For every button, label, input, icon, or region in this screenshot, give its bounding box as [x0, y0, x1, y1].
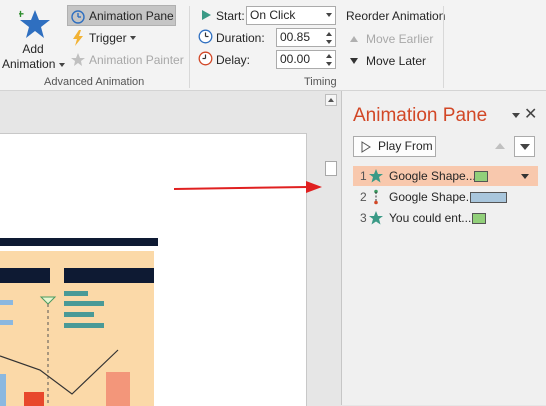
slide-bar [0, 320, 13, 325]
item-name: Google Shape... [389, 190, 476, 204]
slide-scrollbar[interactable] [322, 91, 340, 405]
lightning-icon [73, 30, 83, 46]
play-icon [361, 141, 371, 153]
move-up-icon [495, 143, 505, 149]
item-index: 1 [360, 169, 367, 183]
scroll-thumb[interactable] [325, 161, 337, 176]
slide-column [24, 392, 44, 406]
animation-pane-icon [71, 9, 85, 24]
move-down-icon [520, 144, 530, 150]
annotation-arrow [173, 181, 322, 193]
pane-options-chevron-icon[interactable] [512, 113, 520, 118]
timing-group-label: Timing [304, 76, 337, 88]
animation-painter-icon [71, 53, 85, 66]
star-icon [369, 169, 383, 183]
duration-label: Duration: [216, 31, 265, 45]
spin-up-icon [326, 32, 332, 36]
reorder-animation-title: Reorder Animation [346, 9, 446, 23]
item-dropdown-icon[interactable] [521, 174, 529, 179]
slide-label-block [0, 268, 50, 283]
spin-down-icon [326, 40, 332, 44]
delay-input[interactable]: 00.00 [276, 50, 336, 69]
animation-list-item[interactable]: 2 Google Shape... [353, 187, 538, 207]
dropdown-caret-icon [129, 36, 136, 40]
item-index: 2 [360, 190, 367, 204]
delay-spinner[interactable] [325, 52, 333, 68]
chevron-down-icon [326, 13, 332, 17]
slide-column [0, 374, 6, 406]
svg-text:+: + [19, 8, 24, 21]
item-timing-bar [470, 192, 507, 203]
slide-bar [64, 301, 104, 306]
item-timing-bar [474, 171, 488, 182]
slide-bar [64, 291, 88, 296]
slide-label-block [64, 268, 154, 283]
slide-bar [0, 300, 13, 305]
animation-list-item[interactable]: 3 You could ent... [353, 208, 538, 228]
duration-spinner[interactable] [325, 30, 333, 46]
move-later-button[interactable]: Move Later [350, 53, 426, 69]
group-divider [443, 6, 444, 88]
scroll-up-icon [328, 98, 334, 102]
play-from-label: Play From [378, 139, 433, 153]
animation-pane: Animation Pane ✕ Play From 1 Google Shap… [341, 91, 546, 405]
slide-bar [64, 323, 104, 328]
play-from-button[interactable]: Play From [353, 136, 436, 157]
start-icon [202, 10, 211, 20]
trigger-button[interactable]: Trigger [71, 28, 136, 48]
move-earlier-label: Move Earlier [366, 32, 434, 46]
slide-canvas[interactable] [0, 133, 307, 406]
motion-path-icon [374, 189, 378, 205]
slide-column [106, 372, 130, 406]
triangle-down-icon [350, 58, 358, 64]
item-name: Google Shape... [389, 169, 476, 183]
add-animation-star-icon: + [19, 8, 50, 38]
pane-move-up-button[interactable] [490, 136, 510, 156]
slide-graphic [0, 238, 158, 406]
group-divider [189, 6, 190, 88]
move-earlier-button[interactable]: Move Earlier [350, 31, 433, 47]
animation-list-item[interactable]: 1 Google Shape... [353, 166, 538, 186]
start-select[interactable]: On Click [246, 6, 336, 25]
slide-bar [64, 312, 94, 317]
delay-label: Delay: [216, 53, 251, 67]
pane-close-icon[interactable]: ✕ [524, 104, 537, 124]
duration-value: 00.85 [280, 30, 311, 44]
spin-down-icon [326, 62, 332, 66]
animation-pane-label: Animation Pane [89, 8, 174, 23]
ribbon: + Add Animation Animation Pane Trigger A… [0, 0, 546, 91]
animation-pane-button[interactable]: Animation Pane [67, 5, 176, 26]
add-animation-line2: Animation [2, 57, 56, 71]
add-animation-button[interactable]: + Add Animation [2, 4, 65, 72]
start-select-value: On Click [250, 8, 296, 22]
item-timing-bar [472, 213, 486, 224]
item-index: 3 [360, 211, 367, 225]
triangle-up-icon [350, 36, 358, 42]
start-label: Start: [216, 9, 245, 23]
dropdown-caret-icon [58, 62, 65, 67]
animation-painter-label: Animation Painter [89, 53, 184, 67]
move-later-label: Move Later [366, 54, 427, 68]
trigger-label: Trigger [89, 31, 127, 45]
pane-title: Animation Pane [353, 105, 488, 126]
clock-icon [198, 29, 213, 44]
add-animation-line1: Add [22, 42, 44, 56]
add-animation-line2-wrap: Animation [2, 57, 65, 71]
scroll-up-button[interactable] [325, 94, 337, 106]
animation-painter-button[interactable]: Animation Painter [70, 50, 184, 70]
duration-input[interactable]: 00.85 [276, 28, 336, 47]
star-icon [369, 211, 383, 225]
delay-value: 00.00 [280, 52, 311, 66]
spin-up-icon [326, 54, 332, 58]
pane-move-down-button[interactable] [514, 136, 535, 157]
advanced-animation-group-label: Advanced Animation [44, 76, 145, 88]
slide-header-bar [0, 238, 158, 246]
item-name: You could ent... [389, 211, 472, 225]
delay-clock-icon [198, 51, 213, 66]
